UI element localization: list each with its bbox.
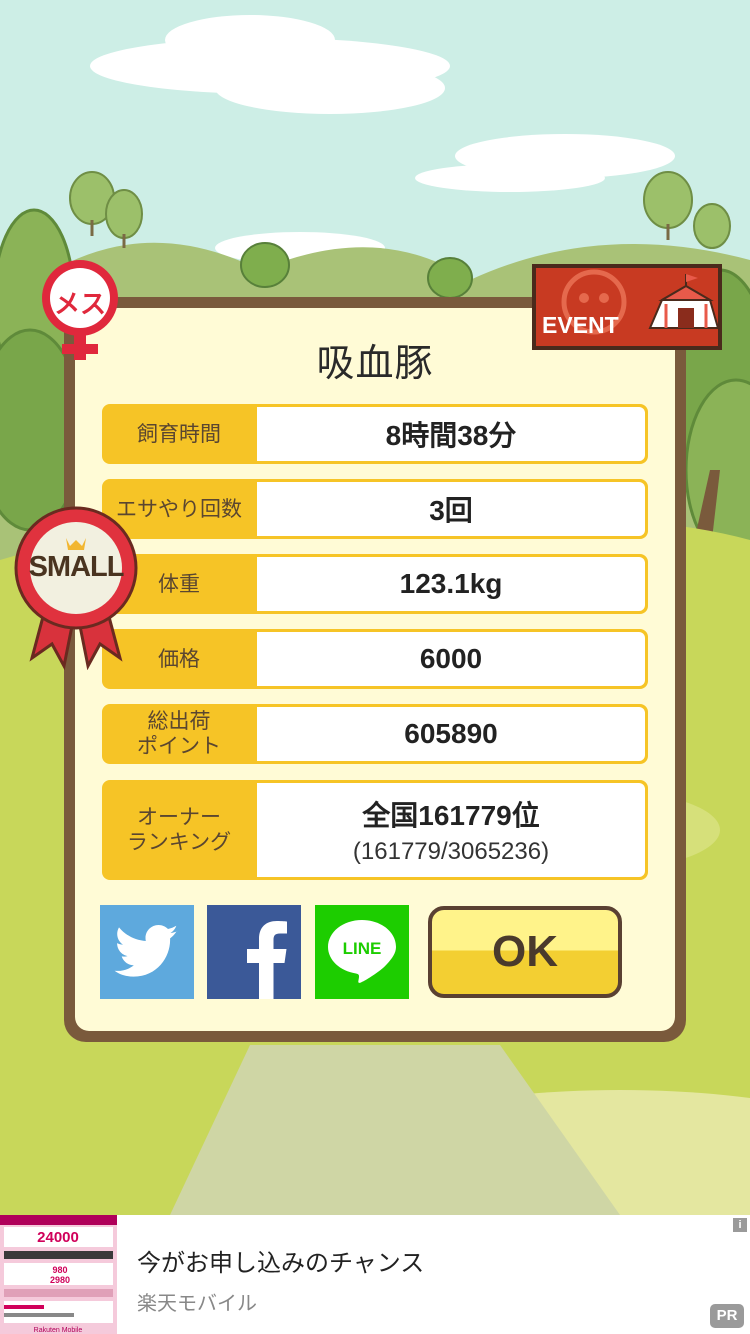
stat-label: オーナー ランキング: [126, 805, 232, 854]
stat-value: 3回: [257, 482, 645, 536]
ad-thumbnail[interactable]: 24000 980 2980 Rakuten Mobile: [0, 1215, 117, 1334]
stat-row-shipping-points: 総出荷 ポイント 605890: [102, 704, 648, 764]
ad-thumb-price-a: 980: [52, 1265, 67, 1275]
event-label: EVENT: [542, 312, 619, 338]
stat-value: 6000: [257, 632, 645, 686]
facebook-f-icon: [247, 921, 287, 999]
ribbon-rosette-icon: [14, 506, 138, 671]
ad-thumb-headline: 24000: [37, 1229, 79, 1246]
ok-button[interactable]: OK: [428, 906, 622, 998]
stat-row-price: 価格 6000: [102, 629, 648, 689]
ad-thumb-brand: Rakuten Mobile: [34, 1327, 83, 1334]
twitter-share-button[interactable]: [100, 905, 194, 999]
ad-title[interactable]: 今がお申し込みのチャンス: [137, 1243, 424, 1278]
stat-row-raising-time: 飼育時間 8時間38分: [102, 404, 648, 464]
stat-label: 総出荷 ポイント: [137, 709, 221, 758]
stat-label: 飼育時間: [137, 421, 221, 446]
stat-value: 全国161779位 (161779/3065236): [257, 783, 645, 877]
event-badge: EVENT: [532, 264, 722, 350]
ad-pr-label: PR: [710, 1304, 744, 1328]
line-label: LINE: [343, 939, 382, 958]
stat-value: 8時間38分: [257, 407, 645, 461]
ad-info-icon[interactable]: i: [733, 1218, 747, 1232]
stat-value-text: 605890: [404, 718, 498, 749]
line-logo-icon: LINE: [328, 920, 396, 983]
facebook-share-button[interactable]: [207, 905, 301, 999]
stat-row-weight: 体重 123.1kg: [102, 554, 648, 614]
twitter-bird-icon: [114, 925, 178, 977]
stat-value-text: 全国161779位: [362, 800, 540, 831]
ad-image: 24000 980 2980 Rakuten Mobile: [0, 1215, 117, 1334]
gender-label: メス: [53, 289, 106, 319]
stat-value-text: 3回: [429, 495, 473, 526]
ad-banner[interactable]: 24000 980 2980 Rakuten Mobile 今がお申し込みのチャ…: [0, 1215, 750, 1334]
ad-thumb-price-b: 2980: [50, 1275, 70, 1285]
stat-row-feed-count: エサやり回数 3回: [102, 479, 648, 539]
stat-row-owner-ranking: オーナー ランキング 全国161779位 (161779/3065236): [102, 780, 648, 880]
line-share-button[interactable]: LINE: [315, 905, 409, 999]
stat-value-text: 6000: [419, 643, 483, 674]
size-rank-badge: SMALL: [12, 498, 140, 671]
size-label: SMALL: [28, 551, 125, 583]
stat-value-text: 123.1kg: [399, 568, 503, 599]
stat-value: 605890: [257, 707, 645, 761]
female-gender-badge: メス: [34, 258, 126, 362]
ad-sponsor: 楽天モバイル: [137, 1291, 257, 1315]
ranking-detail: (161779/3065236): [352, 838, 550, 865]
stat-value-text: 8時間38分: [385, 420, 517, 451]
stat-value: 123.1kg: [257, 557, 645, 611]
